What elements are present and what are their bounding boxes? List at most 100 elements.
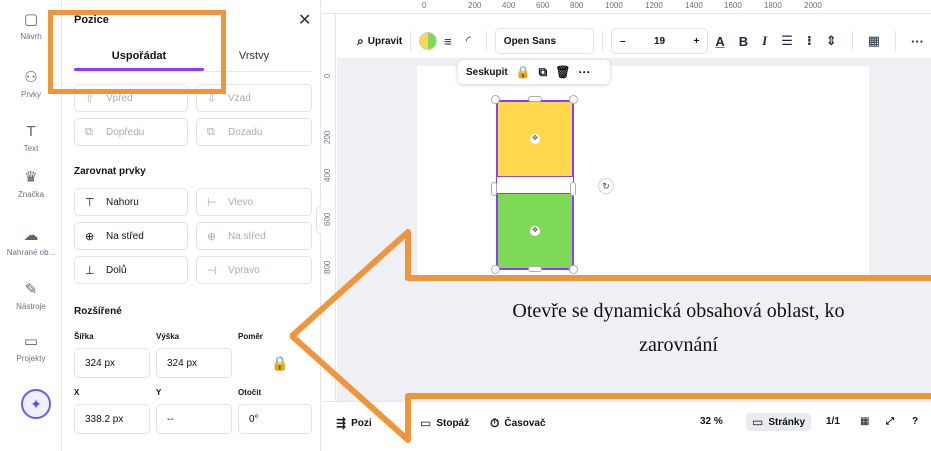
position-button[interactable]: ⇶ Pozi: [336, 416, 372, 430]
divider: [410, 31, 412, 51]
text-icon: T: [26, 123, 36, 140]
rail-item-uploads[interactable]: ☁ Nahrané ob...: [0, 228, 62, 258]
lock-icon[interactable]: 🔒: [516, 65, 531, 79]
bring-forward-icon: ⧉: [85, 125, 93, 138]
color-swatch-icon: [419, 32, 438, 50]
align-top-button[interactable]: ⊤ Nahoru: [74, 188, 188, 216]
forward-button[interactable]: ⧉ Dopředu: [74, 118, 188, 146]
rail-item-projects[interactable]: ▭ Projekty: [0, 334, 62, 364]
height-field[interactable]: 324 px: [156, 348, 232, 378]
green-square[interactable]: ✥: [497, 193, 573, 269]
resize-handle[interactable]: [528, 96, 542, 102]
zoom-value[interactable]: 32 %: [700, 416, 723, 427]
lock-ratio-icon[interactable]: 🔒: [248, 348, 312, 378]
align-center-icon: ⊕: [207, 230, 217, 243]
notes-button[interactable]: ▭ Stopáž: [420, 416, 469, 430]
ruler-tick: 0: [323, 73, 332, 78]
more-options-button[interactable]: ···: [911, 34, 924, 49]
magic-sparkle-icon[interactable]: ✦: [21, 389, 51, 419]
font-size-value[interactable]: 19: [654, 36, 665, 47]
fullscreen-icon[interactable]: ⤢: [886, 416, 894, 427]
more-options-button[interactable]: ···: [578, 65, 590, 79]
bold-button[interactable]: B: [739, 34, 748, 49]
pages-icon: ▭: [752, 415, 764, 429]
align-top-icon: ⊤: [85, 196, 95, 209]
resize-handle[interactable]: [570, 182, 576, 196]
pages-button[interactable]: ▭ Stránky: [746, 413, 812, 431]
x-field[interactable]: 338.2 px: [74, 404, 150, 434]
close-icon[interactable]: ✕: [298, 10, 311, 30]
backward-button[interactable]: ⧉ Dozadu: [196, 118, 312, 146]
resize-handle[interactable]: [569, 265, 578, 274]
callout-caption: Otevře se dynamická obsahová oblast, ko …: [426, 294, 931, 362]
move-handle-icon[interactable]: ✥: [530, 134, 540, 144]
rotate-field[interactable]: 0°: [238, 404, 312, 434]
decrease-size-button[interactable]: –: [620, 36, 626, 47]
rail-item-tools[interactable]: ✎ Nástroje: [0, 282, 62, 312]
align-center-button[interactable]: ⊕ Na střed: [196, 222, 312, 250]
button-label: Vpravo: [228, 264, 260, 276]
rotate-label: Otočit: [238, 388, 262, 397]
rotate-icon[interactable]: ↻: [598, 178, 614, 194]
align-bottom-icon: ⊥: [85, 264, 95, 277]
increase-size-button[interactable]: +: [693, 36, 699, 47]
list-icon[interactable]: ⁝: [807, 33, 812, 49]
ruler-tick: 800: [570, 1, 584, 10]
brand-icon: ♛: [24, 169, 38, 186]
corner-rounding-icon[interactable]: ◜: [466, 33, 471, 49]
align-text-icon[interactable]: ☰: [781, 33, 793, 49]
divider: [485, 31, 487, 51]
move-handle-icon[interactable]: ✥: [530, 226, 540, 236]
resize-handle[interactable]: [491, 182, 497, 196]
font-size-stepper: – 19 +: [611, 28, 709, 54]
resize-handle[interactable]: [569, 95, 578, 104]
pages-label: Stránky: [768, 416, 806, 428]
width-field[interactable]: 324 px: [74, 348, 150, 378]
trash-icon[interactable]: 🗑: [555, 65, 570, 79]
yellow-square[interactable]: ✥: [497, 101, 573, 177]
group-button[interactable]: Seskupit: [466, 67, 508, 78]
align-right-button[interactable]: ⊣ Vpravo: [196, 256, 312, 284]
grid-view-icon[interactable]: ▦: [860, 416, 869, 427]
italic-button[interactable]: I: [762, 33, 767, 49]
timer-button[interactable]: ⏱ Časovač: [490, 416, 546, 431]
spacing-icon[interactable]: ⇕: [826, 33, 837, 49]
ruler-tick: 1200: [645, 1, 663, 10]
rail-item-brand[interactable]: ♛ Značka: [0, 169, 62, 200]
edit-button[interactable]: ⌕ Upravit: [357, 29, 402, 53]
notes-icon: ▭: [420, 416, 432, 430]
y-field[interactable]: --: [156, 404, 232, 434]
ruler-tick: 600: [323, 212, 332, 226]
ruler-tick: 400: [502, 1, 516, 10]
ruler-tick: 1600: [724, 1, 742, 10]
duplicate-icon[interactable]: ⧉: [539, 65, 548, 80]
timer-label: Časovač: [504, 418, 546, 429]
color-button[interactable]: [419, 29, 438, 53]
align-bottom-button[interactable]: ⊥ Dolů: [74, 256, 188, 284]
align-left-icon: ⊢: [207, 196, 217, 209]
button-label: Dolů: [106, 264, 127, 276]
ruler-tick: 800: [323, 260, 332, 274]
resize-handle[interactable]: [528, 266, 542, 272]
divider: [851, 31, 853, 51]
transparency-icon[interactable]: ▦: [868, 33, 880, 49]
align-middle-button[interactable]: ⊕ Na střed: [74, 222, 188, 250]
rail-label: Projekty: [16, 354, 46, 363]
button-label: Vlevo: [228, 196, 254, 208]
resize-handle[interactable]: [491, 265, 500, 274]
caption-line: zarovnání: [639, 334, 718, 356]
position-label: Pozi: [351, 417, 372, 429]
edit-icon: ⌕: [357, 33, 364, 48]
design-icon: ▢: [23, 11, 39, 28]
font-selector[interactable]: Open Sans: [494, 28, 595, 54]
bottom-bar: ⇶ Pozi ▭ Stopáž ⏱ Časovač 32 % ▭ Stránky…: [322, 401, 931, 451]
help-icon[interactable]: ?: [912, 416, 918, 427]
resize-handle[interactable]: [491, 95, 500, 104]
ruler-tick: 1000: [605, 1, 623, 10]
line-style-icon[interactable]: ≡: [444, 34, 452, 49]
design-page[interactable]: [417, 66, 869, 276]
rail-item-text[interactable]: T Text: [0, 123, 62, 154]
elements-icon: ⚇: [24, 69, 38, 86]
text-color-button[interactable]: A: [715, 34, 724, 49]
align-left-button[interactable]: ⊢ Vlevo: [196, 188, 312, 216]
